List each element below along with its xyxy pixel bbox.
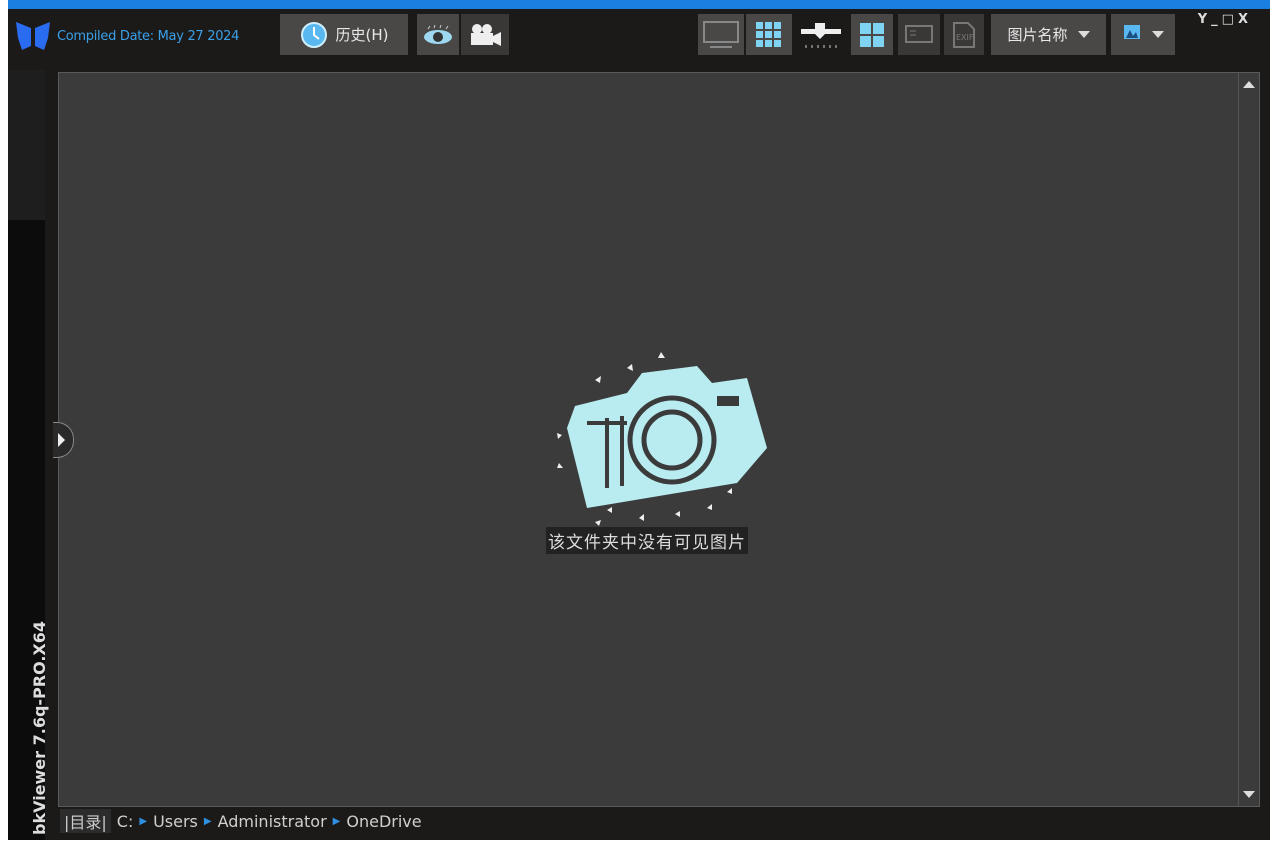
- grid-view-button[interactable]: [746, 14, 792, 55]
- empty-folder-message: 该文件夹中没有可见图片: [546, 527, 748, 554]
- sort-label: 图片名称: [1007, 26, 1068, 44]
- breadcrumb-drive[interactable]: C:: [117, 812, 134, 831]
- sidebar-top: [8, 70, 45, 220]
- monitor-thumbnails-button[interactable]: [698, 14, 744, 55]
- breadcrumb-administrator[interactable]: Administrator: [218, 812, 327, 831]
- exif-button[interactable]: EXIF: [944, 14, 984, 55]
- four-grid-icon: [860, 22, 884, 47]
- window-controls[interactable]: Y_□X: [1198, 12, 1252, 27]
- video-camera-icon: [471, 23, 501, 46]
- grid-icon: [756, 21, 781, 47]
- directory-toggle-button[interactable]: |目录|: [60, 809, 111, 833]
- version-label: bkViewer 7.6q-PRO.X64: [30, 620, 49, 835]
- breadcrumb-arrow-icon: ▶: [203, 815, 212, 827]
- info-panel-icon: [905, 24, 933, 43]
- chevron-down-icon: [1077, 31, 1090, 38]
- app-window: Compiled Date: May 27 2024 历史(H) EXIF 图片…: [8, 0, 1270, 840]
- breadcrumb: |目录| C: ▶ Users ▶ Administrator ▶ OneDrive: [60, 808, 422, 834]
- scroll-up-icon[interactable]: [1243, 81, 1255, 88]
- info-panel-button[interactable]: [898, 14, 940, 55]
- compiled-date: Compiled Date: May 27 2024: [57, 29, 240, 44]
- breadcrumb-onedrive[interactable]: OneDrive: [346, 812, 421, 831]
- history-label: 历史(H): [335, 26, 389, 44]
- monitor-thumbnails-icon: [703, 20, 739, 48]
- video-button[interactable]: [461, 14, 509, 55]
- scrollbar[interactable]: [1238, 73, 1259, 806]
- sort-dropdown[interactable]: 图片名称: [991, 14, 1106, 55]
- thumbnail-size-slider[interactable]: [796, 14, 846, 55]
- camera-illustration-icon: [557, 352, 767, 526]
- thumbnail-area: [58, 72, 1260, 807]
- butterfly-logo-icon: [16, 22, 50, 50]
- scroll-down-icon[interactable]: [1243, 791, 1255, 798]
- exif-icon: EXIF: [953, 21, 975, 48]
- clock-icon: [300, 21, 327, 48]
- chevron-down-icon: [1152, 31, 1164, 38]
- title-bar: [8, 0, 1270, 9]
- slider-icon: [801, 22, 841, 48]
- breadcrumb-users[interactable]: Users: [153, 812, 198, 831]
- image-view-dropdown[interactable]: [1111, 14, 1175, 55]
- breadcrumb-arrow-icon: ▶: [139, 815, 148, 827]
- eye-button[interactable]: [417, 14, 459, 55]
- image-icon: [1124, 24, 1140, 39]
- history-button[interactable]: 历史(H): [280, 14, 408, 55]
- four-grid-button[interactable]: [851, 14, 893, 55]
- svg-text:EXIF: EXIF: [956, 33, 974, 42]
- breadcrumb-arrow-icon: ▶: [332, 815, 341, 827]
- eye-icon: [424, 24, 452, 44]
